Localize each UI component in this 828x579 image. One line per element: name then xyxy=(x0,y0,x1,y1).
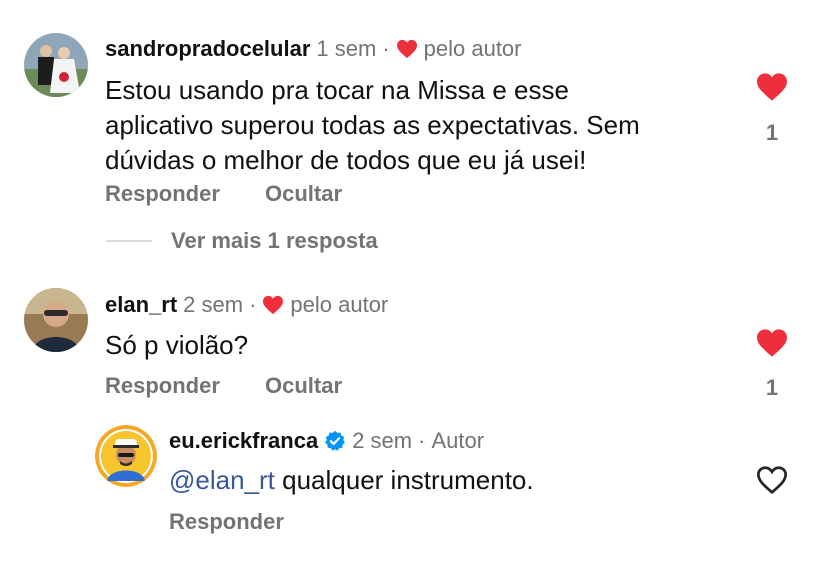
verified-badge-icon xyxy=(324,430,346,452)
comment-time: 1 sem xyxy=(316,36,377,61)
comment-time: 2 sem xyxy=(183,292,244,317)
meta-separator: · xyxy=(382,36,390,61)
comment-text: Estou usando pra tocar na Missa e esse a… xyxy=(105,75,640,175)
reply-time: 2 sem xyxy=(352,428,413,453)
meta-separator: · xyxy=(249,292,257,317)
avatar[interactable] xyxy=(24,33,88,97)
mention-link[interactable]: @elan_rt xyxy=(169,465,275,495)
heart-icon xyxy=(262,295,284,315)
liked-by-author-label: pelo autor xyxy=(423,36,522,61)
hide-button[interactable]: Ocultar xyxy=(265,181,342,207)
comment-text: Só p violão? xyxy=(105,330,249,360)
comment-username[interactable]: elan_rt xyxy=(105,292,177,318)
avatar[interactable] xyxy=(95,425,157,487)
like-heart-icon[interactable] xyxy=(755,328,789,358)
replies-divider xyxy=(106,240,152,242)
like-count: 1 xyxy=(765,375,779,400)
avatar[interactable] xyxy=(24,288,88,352)
like-count: 1 xyxy=(765,120,779,145)
author-label: Autor xyxy=(431,428,485,453)
like-heart-outline-icon[interactable] xyxy=(755,465,789,495)
like-heart-icon[interactable] xyxy=(755,72,789,102)
heart-icon xyxy=(396,39,418,59)
view-more-replies-button[interactable]: Ver mais 1 resposta xyxy=(171,228,378,254)
reply-username[interactable]: eu.erickfranca xyxy=(169,428,318,454)
liked-by-author-label: pelo autor xyxy=(290,292,389,317)
reply-body: qualquer instrumento. xyxy=(274,465,534,495)
reply-button[interactable]: Responder xyxy=(105,181,220,207)
reply-text: @elan_rt qualquer instrumento. xyxy=(169,463,534,498)
hide-button[interactable]: Ocultar xyxy=(265,373,342,399)
meta-separator: · xyxy=(418,428,426,453)
reply-button[interactable]: Responder xyxy=(169,509,284,535)
reply-button[interactable]: Responder xyxy=(105,373,220,399)
comment-username[interactable]: sandropradocelular xyxy=(105,36,310,62)
